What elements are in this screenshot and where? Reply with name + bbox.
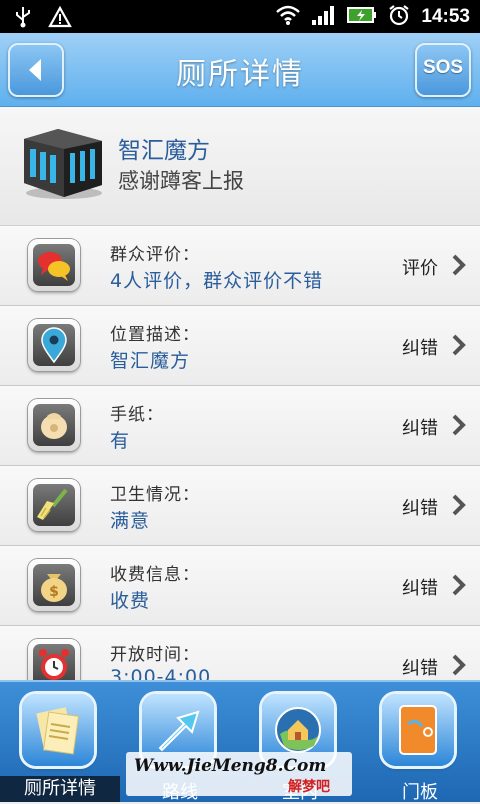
clock-time: 14:53	[421, 6, 470, 27]
list-item-fee[interactable]: $ 收费信息： 收费 纠错	[0, 546, 480, 626]
tab-toilet-details[interactable]: 厕所详情	[0, 682, 120, 802]
place-name: 智汇魔方	[118, 138, 210, 164]
icon-frame	[28, 239, 80, 291]
watermark: Www.JieMeng8.Com 解梦吧	[126, 752, 352, 796]
chevron-right-icon	[450, 653, 468, 680]
row-value: 有	[110, 430, 131, 452]
sos-label: SOS	[422, 57, 464, 78]
detail-list: 群众评价： 4人评价，群众评价不错 评价 位置描述： 智汇魔方 纠错 手纸： 有…	[0, 226, 480, 680]
row-value: 3:00-4:00	[110, 666, 212, 680]
icon-frame	[28, 399, 80, 451]
warning-icon	[48, 5, 72, 32]
tab-label: 厕所详情	[0, 776, 120, 802]
correct-action-button[interactable]: 纠错	[402, 654, 438, 680]
list-item-opening-hours[interactable]: 开放时间： 3:00-4:00 纠错	[0, 626, 480, 680]
row-label: 手纸：	[110, 405, 164, 425]
row-value: 收费	[110, 590, 151, 612]
correct-action-button[interactable]: 纠错	[402, 414, 438, 440]
list-item-hygiene[interactable]: 卫生情况： 满意 纠错	[0, 466, 480, 546]
chevron-right-icon	[450, 573, 468, 601]
signal-icon	[311, 4, 337, 30]
icon-frame	[28, 319, 80, 371]
rate-action-button[interactable]: 评价	[402, 254, 438, 280]
row-label: 群众评价：	[110, 245, 200, 265]
list-item-location[interactable]: 位置描述： 智汇魔方 纠错	[0, 306, 480, 386]
tab-label: 门板	[402, 782, 438, 803]
icon-frame: $	[28, 559, 80, 611]
row-label: 开放时间：	[110, 645, 200, 665]
building-icon	[18, 121, 106, 205]
watermark-brand: 解梦吧	[288, 779, 330, 795]
wifi-icon	[275, 4, 301, 30]
correct-action-button[interactable]: 纠错	[402, 334, 438, 360]
place-subtitle: 感谢蹲客上报	[118, 169, 244, 193]
row-value: 4人评价，群众评价不错	[110, 270, 324, 292]
row-label: 收费信息：	[110, 565, 200, 585]
chevron-right-icon	[450, 253, 468, 281]
chevron-right-icon	[450, 413, 468, 441]
sos-button[interactable]: SOS	[415, 43, 471, 97]
correct-action-button[interactable]: 纠错	[402, 494, 438, 520]
svg-text:$: $	[49, 584, 59, 600]
correct-action-button[interactable]: 纠错	[402, 574, 438, 600]
icon-frame	[28, 479, 80, 531]
battery-icon	[347, 5, 377, 29]
tab-tile	[22, 694, 94, 766]
icon-frame	[28, 639, 80, 680]
row-value: 满意	[110, 510, 151, 532]
chevron-right-icon	[450, 333, 468, 361]
tab-door-board[interactable]: 门板	[360, 682, 480, 803]
list-item-toilet-paper[interactable]: 手纸： 有 纠错	[0, 386, 480, 466]
header-bar: 厕所详情 SOS	[0, 33, 480, 107]
row-label: 卫生情况：	[110, 485, 200, 505]
page-title: 厕所详情	[176, 57, 304, 92]
usb-icon	[14, 6, 32, 32]
watermark-text: Www.JieMeng8.Com	[134, 756, 327, 776]
alarm-icon	[387, 4, 411, 30]
place-info-panel: 智汇魔方 感谢蹲客上报	[0, 107, 480, 226]
chevron-right-icon	[450, 493, 468, 521]
row-label: 位置描述：	[110, 325, 200, 345]
list-item-rating[interactable]: 群众评价： 4人评价，群众评价不错 评价	[0, 226, 480, 306]
row-value: 智汇魔方	[110, 350, 191, 372]
status-bar: 14:53	[0, 0, 480, 33]
tab-tile	[382, 694, 454, 766]
